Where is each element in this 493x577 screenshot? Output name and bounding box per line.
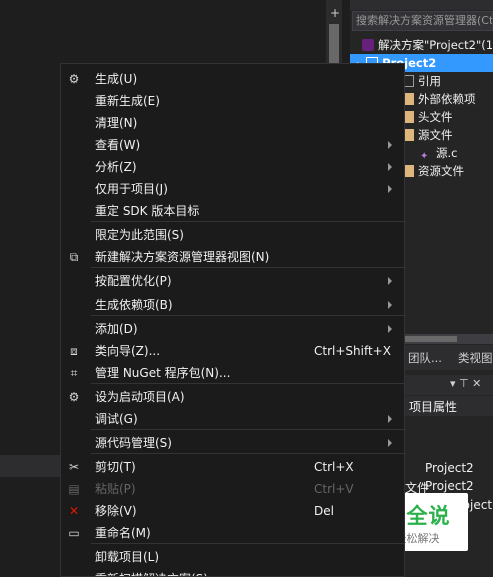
menu-item-label: 生成(U) [95,72,138,86]
property-value: Project2 [425,461,474,475]
menu-item-shortcut: Ctrl+V [314,482,354,496]
menu-item[interactable]: ⚙ 设为启动项目(A) [61,386,404,408]
tree-item-label: 源文件 [418,128,453,142]
submenu-arrow-icon [388,301,392,309]
menu-item[interactable]: 重定 SDK 版本目标 [61,200,404,222]
menu-item-label: 分析(Z) [95,160,137,174]
submenu-arrow-icon [388,325,392,333]
menu-item[interactable]: 调试(G) [61,408,404,430]
menu-item-label: 按配置优化(P) [95,274,172,288]
menu-item-label: 限定为此范围(S) [95,228,184,242]
menu-item-shortcut: Ctrl+X [314,460,354,474]
menu-item[interactable]: ⧉ 新建解决方案资源管理器视图(N) [61,246,404,268]
menu-item-label: 清理(N) [95,116,138,130]
editor-tab-strip [0,455,60,477]
menu-item[interactable]: 按配置优化(P) [61,270,404,292]
solution-explorer-search-input[interactable]: 搜索解决方案资源管理器(Ctrl+;) [352,11,493,31]
submenu-arrow-icon [388,277,392,285]
menu-item-label: 移除(V) [95,504,137,518]
menu-item-label: 查看(W) [95,138,141,152]
menu-item-label: 卸载项目(L) [95,550,160,564]
menu-item-label: 调试(G) [95,412,138,426]
menu-item[interactable]: 清理(N) [61,112,404,134]
split-editor-icon[interactable]: + [328,6,342,20]
tree-item-label: 解决方案"Project2"(1 个项目) [378,38,493,52]
menu-item[interactable]: 卸载项目(L) [61,546,404,568]
tree-item-label: 资源文件 [418,164,464,178]
menu-item[interactable]: ⧈ 类向导(Z)... Ctrl+Shift+X [61,340,404,362]
remove-icon: ✕ [68,504,80,518]
tree-item-label: 外部依赖项 [418,92,476,106]
project-context-menu: ⚙ 生成(U) 重新生成(E) 清理(N) 查看(W) 分析(Z) 仅用于项目(J) 重定 S… [60,63,405,577]
menu-item[interactable]: ⚙ 生成(U) [61,68,404,90]
tree-item-label: 头文件 [418,110,453,124]
menu-item-label: 粘贴(P) [95,482,136,496]
menu-item[interactable]: 分析(Z) [61,156,404,178]
menu-item-label: 重命名(M) [95,526,151,540]
scissors-icon: ✂ [68,460,80,474]
submenu-arrow-icon [388,439,392,447]
menu-item-label: 剪切(T) [95,460,136,474]
menu-item[interactable]: 源代码管理(S) [61,432,404,454]
menu-item: ▤ 粘贴(P) Ctrl+V [61,478,404,500]
editor-scrollbar-thumb[interactable] [329,24,339,64]
menu-item-label: 设为启动项目(A) [95,390,185,404]
submenu-arrow-icon [388,141,392,149]
gear-icon: ⚙ [68,390,80,404]
solution-icon [362,39,374,51]
menu-item-shortcut: Del [314,504,334,518]
menu-item-label: 类向导(Z)... [95,344,161,358]
menu-item-label: 生成依赖项(B) [95,298,173,312]
paste-icon: ▤ [68,482,80,496]
tree-item-label: 引用 [418,74,441,88]
menu-item[interactable]: 限定为此范围(S) [61,224,404,246]
menu-item-label: 重定 SDK 版本目标 [95,204,200,218]
tab-class-view[interactable]: 类视图 [458,350,493,366]
property-value: Project2 [425,479,474,493]
new-view-icon: ⧉ [69,250,79,264]
cpp-file-icon: ✦ [420,151,429,162]
menu-item[interactable]: ✂ 剪切(T) Ctrl+X [61,456,404,478]
menu-item[interactable]: 生成依赖项(B) [61,294,404,316]
menu-item[interactable]: 重新扫描解决方案(S) [61,568,404,576]
menu-item-label: 重新扫描解决方案(S) [95,571,208,576]
submenu-arrow-icon [388,415,392,423]
properties-window-controls[interactable]: ▾ ⊤ ✕ [450,376,493,392]
menu-item-label: 重新生成(E) [95,94,160,108]
solution-explorer-toolbar [350,0,493,10]
properties-label: 项目属性 [409,400,458,414]
menu-item-label: 仅用于项目(J) [95,182,168,196]
class-wizard-icon: ⧈ [70,344,78,358]
build-icon: ⚙ [68,72,80,86]
menu-item-label: 添加(D) [95,322,138,336]
menu-item[interactable]: ▭ 重命名(M) [61,522,404,544]
submenu-arrow-icon [388,163,392,171]
menu-item[interactable]: ✕ 移除(V) Del [61,500,404,522]
menu-item[interactable]: 重新生成(E) [61,90,404,112]
menu-item[interactable]: 查看(W) [61,134,404,156]
menu-item[interactable]: 仅用于项目(J) [61,178,404,200]
menu-item[interactable]: ⌗ 管理 NuGet 程序包(N)... [61,362,404,384]
menu-item-label: 源代码管理(S) [95,436,172,450]
tab-team-explorer[interactable]: 团队... [408,350,442,366]
submenu-arrow-icon [388,185,392,193]
nuget-icon: ⌗ [70,366,78,380]
menu-item-label: 管理 NuGet 程序包(N)... [95,366,231,380]
menu-item-shortcut: Ctrl+Shift+X [314,344,391,358]
menu-item-label: 新建解决方案资源管理器视图(N) [95,250,270,264]
tree-item-solution[interactable]: 解决方案"Project2"(1 个项目) [350,36,493,54]
rename-icon: ▭ [68,526,80,540]
tree-item-label: 源.c [436,146,458,160]
menu-item[interactable]: 添加(D) [61,318,404,340]
